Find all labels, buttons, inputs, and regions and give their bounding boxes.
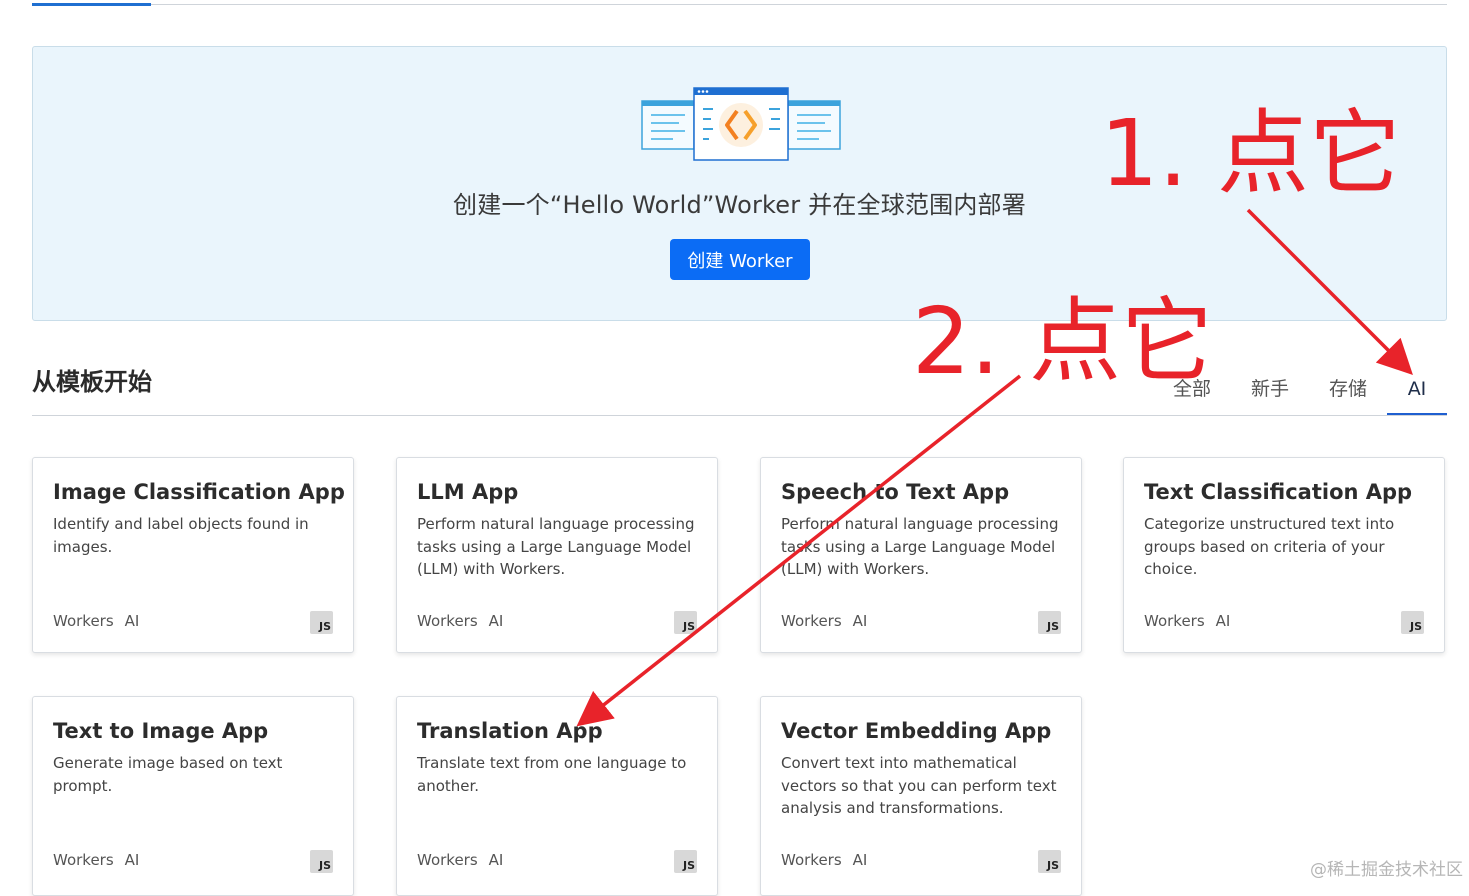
tag-workers: Workers	[781, 612, 842, 630]
tag-workers: Workers	[781, 851, 842, 869]
tag-ai: AI	[852, 851, 868, 869]
javascript-icon: JS	[1038, 611, 1061, 634]
card-tags: Workers AI	[417, 851, 503, 869]
card-description: Convert text into mathematical vectors s…	[781, 754, 1057, 817]
card-tags: Workers AI	[53, 612, 139, 630]
tag-ai: AI	[124, 851, 140, 869]
tag-workers: Workers	[53, 612, 114, 630]
javascript-icon: JS	[310, 850, 333, 873]
card-tags: Workers AI	[1144, 612, 1230, 630]
javascript-icon: JS	[674, 611, 697, 634]
card-title: Text Classification App	[1144, 480, 1413, 504]
card-description: Translate text from one language to anot…	[417, 754, 687, 795]
hero-description: 创建一个“Hello World”Worker 并在全球范围内部署	[453, 191, 1026, 219]
tab-all[interactable]: 全部	[1153, 374, 1231, 416]
card-title: Vector Embedding App	[781, 719, 1052, 743]
tag-ai: AI	[124, 612, 140, 630]
card-description: Perform natural language processing task…	[781, 515, 1059, 578]
template-card-text-to-image[interactable]: Text to Image App Generate image based o…	[32, 696, 354, 896]
tag-ai: AI	[488, 612, 504, 630]
tag-workers: Workers	[53, 851, 114, 869]
top-tab-active-indicator	[32, 3, 151, 6]
watermark: @稀土掘金技术社区	[1310, 860, 1463, 880]
card-description: Perform natural language processing task…	[417, 515, 695, 578]
tab-storage[interactable]: 存储	[1309, 374, 1387, 416]
tag-workers: Workers	[1144, 612, 1205, 630]
javascript-icon: JS	[310, 611, 333, 634]
code-windows-icon	[641, 87, 841, 161]
tag-ai: AI	[1215, 612, 1231, 630]
card-title: Image Classification App	[53, 480, 345, 504]
template-card-translation[interactable]: Translation App Translate text from one …	[396, 696, 718, 896]
javascript-icon: JS	[1401, 611, 1424, 634]
template-card-image-classification[interactable]: Image Classification App Identify and la…	[32, 457, 354, 653]
templates-divider	[32, 415, 1447, 416]
tag-ai: AI	[488, 851, 504, 869]
template-card-llm[interactable]: LLM App Perform natural language process…	[396, 457, 718, 653]
tab-ai[interactable]: AI	[1387, 374, 1447, 416]
tag-ai: AI	[852, 612, 868, 630]
tag-workers: Workers	[417, 612, 478, 630]
card-tags: Workers AI	[53, 851, 139, 869]
card-description: Generate image based on text prompt.	[53, 754, 283, 795]
card-title: Text to Image App	[53, 719, 269, 743]
template-card-text-classification[interactable]: Text Classification App Categorize unstr…	[1123, 457, 1445, 653]
card-tags: Workers AI	[781, 612, 867, 630]
tab-beginner[interactable]: 新手	[1231, 374, 1309, 416]
tag-workers: Workers	[417, 851, 478, 869]
create-worker-button[interactable]: 创建 Worker	[670, 239, 810, 280]
card-title: Speech to Text App	[781, 480, 1010, 504]
create-worker-hero: 创建一个“Hello World”Worker 并在全球范围内部署 创建 Wor…	[32, 46, 1447, 321]
card-tags: Workers AI	[781, 851, 867, 869]
template-card-vector-embedding[interactable]: Vector Embedding App Convert text into m…	[760, 696, 1082, 896]
card-description: Categorize unstructured text into groups…	[1144, 515, 1395, 578]
template-filter-tabs: 全部 新手 存储 AI	[1153, 374, 1447, 416]
top-tab-divider	[32, 4, 1447, 5]
card-title: LLM App	[417, 480, 519, 504]
javascript-icon: JS	[1038, 850, 1061, 873]
card-title: Translation App	[417, 719, 603, 743]
javascript-icon: JS	[674, 850, 697, 873]
card-tags: Workers AI	[417, 612, 503, 630]
template-card-speech-to-text[interactable]: Speech to Text App Perform natural langu…	[760, 457, 1082, 653]
card-description: Identify and label objects found in imag…	[53, 515, 309, 556]
templates-section-title: 从模板开始	[32, 368, 152, 396]
